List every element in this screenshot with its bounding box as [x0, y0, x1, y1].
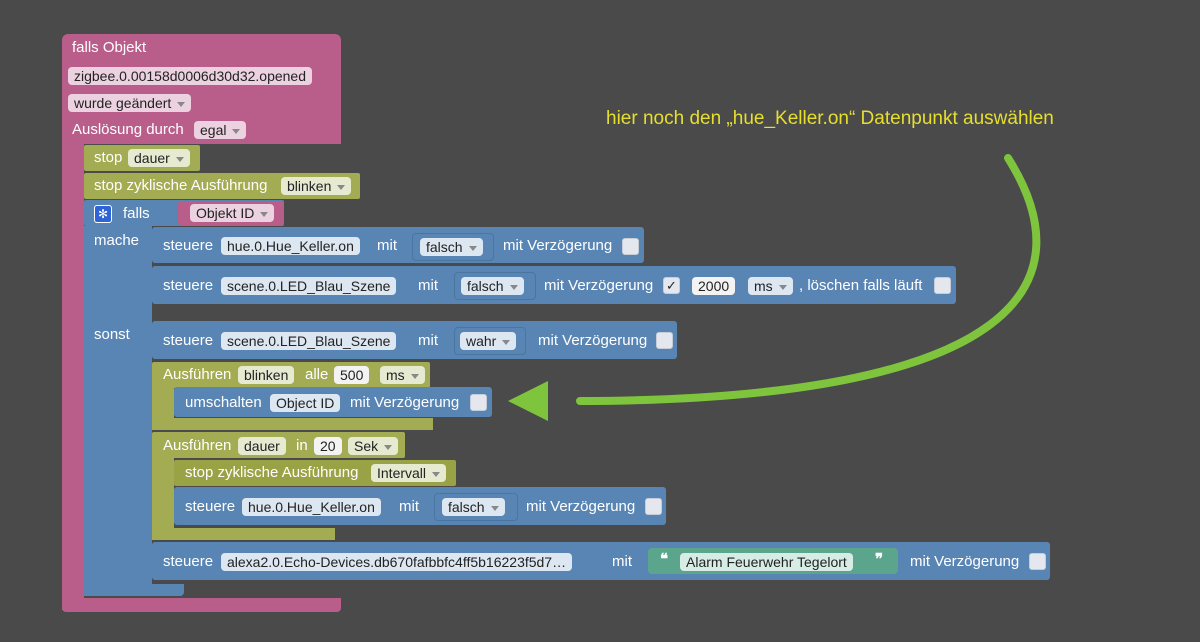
- delay-checkbox[interactable]: [622, 238, 639, 255]
- delay-label: mit Verzögerung: [526, 498, 636, 515]
- clear-if-running-label: , löschen falls läuft: [799, 277, 923, 294]
- control-target[interactable]: hue.0.Hue_Keller.on: [221, 237, 360, 255]
- control-label: steuere: [163, 277, 214, 294]
- value-select[interactable]: falsch: [420, 238, 483, 256]
- trigger-block-spine: [62, 140, 84, 610]
- gear-icon[interactable]: ✻: [94, 205, 112, 223]
- with-label: mit: [399, 498, 419, 515]
- stop-interval-label: stop zyklische Ausführung: [94, 177, 268, 194]
- timeout-block-spine: [152, 456, 174, 534]
- clear-if-running-checkbox[interactable]: [934, 277, 951, 294]
- trigger-label: falls Objekt: [72, 39, 147, 56]
- toggle-label: umschalten: [185, 394, 262, 411]
- annotation-text: hier noch den „hue_Keller.on“ Datenpunkt…: [606, 108, 1054, 129]
- interval-block-footer: [152, 418, 433, 430]
- value-select[interactable]: falsch: [461, 277, 524, 295]
- interval-label: Ausführen: [163, 366, 232, 383]
- quote-open-icon: ❝: [660, 551, 669, 568]
- with-label: mit: [612, 553, 632, 570]
- delay-checkbox[interactable]: ✓: [663, 277, 680, 294]
- stop-timeout-select[interactable]: dauer: [128, 149, 190, 167]
- toggle-target[interactable]: Object ID: [270, 394, 341, 412]
- with-label: mit: [418, 277, 438, 294]
- delay-checkbox[interactable]: [656, 332, 673, 349]
- control-label: steuere: [163, 237, 214, 254]
- interval-unit-select[interactable]: ms: [380, 366, 425, 384]
- interval-every-label: alle: [305, 366, 329, 383]
- control-target[interactable]: hue.0.Hue_Keller.on: [242, 498, 381, 516]
- stop-interval-label: stop zyklische Ausführung: [185, 464, 359, 481]
- interval-name-input[interactable]: blinken: [238, 366, 295, 384]
- trigger-by-label: Auslösung durch: [72, 121, 184, 138]
- timeout-value-input[interactable]: 20: [314, 437, 342, 455]
- do-label: mache: [94, 232, 140, 249]
- delay-value-input[interactable]: 2000: [692, 277, 736, 295]
- delay-label: mit Verzögerung: [538, 332, 648, 349]
- control-label: steuere: [163, 332, 214, 349]
- value-select[interactable]: wahr: [460, 332, 517, 350]
- delay-checkbox[interactable]: [470, 394, 487, 411]
- with-label: mit: [418, 332, 438, 349]
- else-label: sonst: [94, 326, 130, 343]
- delay-checkbox[interactable]: [645, 498, 662, 515]
- control-label: steuere: [185, 498, 236, 515]
- stop-timeout-label: stop: [94, 149, 123, 166]
- delay-checkbox[interactable]: [1029, 553, 1046, 570]
- text-input[interactable]: Alarm Feuerwehr Tegelort: [680, 553, 853, 571]
- quote-close-icon: ❞: [875, 551, 884, 568]
- timeout-unit-select[interactable]: Sek: [348, 437, 399, 455]
- control-label: steuere: [163, 553, 214, 570]
- timeout-block-footer: [152, 528, 335, 540]
- stop-interval-select[interactable]: Intervall: [371, 464, 447, 482]
- with-label: mit: [377, 237, 397, 254]
- control-target[interactable]: scene.0.LED_Blau_Szene: [221, 277, 397, 295]
- trigger-condition-select[interactable]: wurde geändert: [68, 94, 192, 112]
- timeout-label: Ausführen: [163, 437, 232, 454]
- trigger-object-id[interactable]: zigbee.0.00158d0006d30d32.opened: [68, 67, 313, 85]
- control-target[interactable]: scene.0.LED_Blau_Szene: [221, 332, 397, 350]
- delay-unit-select[interactable]: ms: [748, 277, 793, 295]
- if-block-footer: [84, 584, 184, 596]
- delay-label: mit Verzögerung: [910, 553, 1020, 570]
- if-condition-select[interactable]: Objekt ID: [190, 204, 275, 222]
- timeout-in-label: in: [296, 437, 308, 454]
- delay-label: mit Verzögerung: [503, 237, 613, 254]
- value-select[interactable]: falsch: [442, 498, 505, 516]
- interval-block-spine: [152, 386, 174, 420]
- interval-value-input[interactable]: 500: [334, 366, 370, 384]
- delay-label: mit Verzögerung: [350, 394, 460, 411]
- trigger-by-select[interactable]: egal: [194, 121, 247, 139]
- if-block-spine: [84, 226, 152, 596]
- stop-interval-select[interactable]: blinken: [281, 177, 352, 195]
- delay-label: mit Verzögerung: [544, 277, 654, 294]
- control-target[interactable]: alexa2.0.Echo-Devices.db670fafbbfc4ff5b1…: [221, 553, 573, 571]
- timeout-name-input[interactable]: dauer: [238, 437, 286, 455]
- if-label: falls: [123, 205, 150, 222]
- trigger-block-footer: [62, 598, 341, 612]
